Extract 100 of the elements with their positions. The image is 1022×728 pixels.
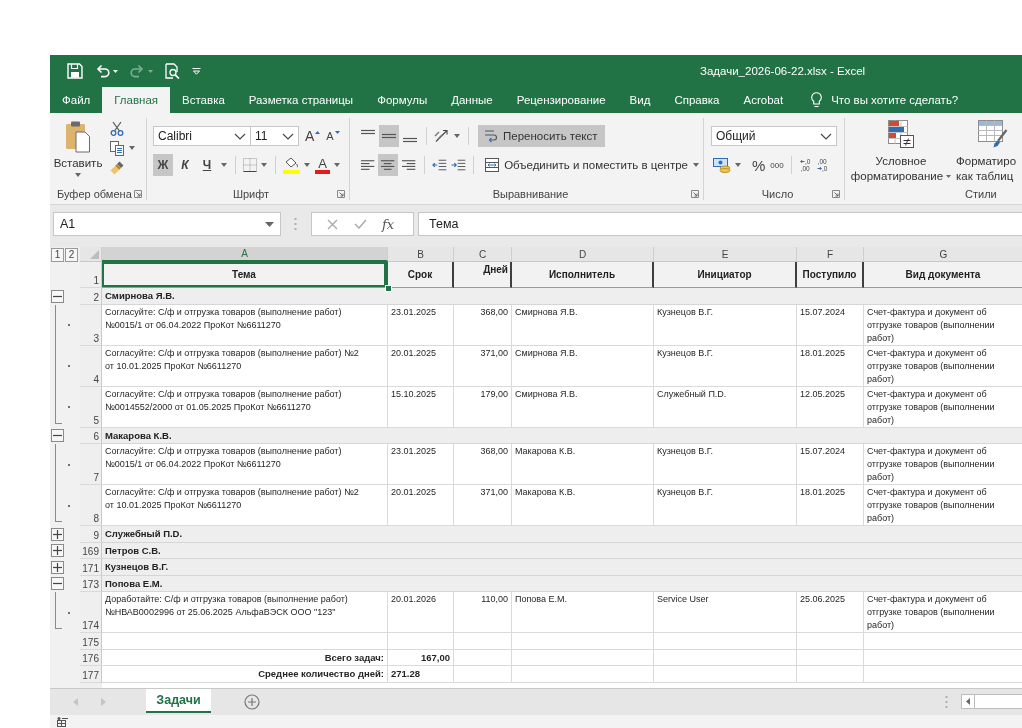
conditional-formatting-button[interactable]: Условное форматирование	[851, 120, 951, 187]
undo-button[interactable]	[95, 64, 118, 78]
table-cell: Макарова К.В.	[512, 485, 654, 526]
row-header[interactable]: 5	[80, 386, 102, 428]
ribbon-tab[interactable]: Вид	[617, 87, 663, 113]
copy-icon[interactable]	[110, 140, 124, 156]
wrap-text-button[interactable]: Переносить текст	[478, 125, 605, 147]
ribbon-tab[interactable]: Справка	[662, 87, 732, 113]
table-cell: Кузнецов В.Г.	[654, 304, 797, 346]
table-cell: Кузнецов В.Г.	[654, 485, 797, 526]
fill-handle[interactable]	[385, 285, 392, 292]
merge-cells-icon[interactable]	[485, 158, 500, 172]
row-header[interactable]: 4	[80, 345, 102, 387]
decrease-indent-icon[interactable]	[431, 159, 447, 171]
dialog-launcher-icon[interactable]	[832, 189, 840, 198]
print-preview-button[interactable]	[165, 63, 180, 79]
caret-icon[interactable]	[261, 163, 267, 167]
scissors-icon[interactable]	[110, 120, 124, 136]
caret-icon[interactable]	[334, 163, 340, 167]
name-box[interactable]: A1	[53, 212, 281, 236]
row-header[interactable]: 177	[80, 666, 102, 683]
caret-up-icon[interactable]	[315, 130, 321, 134]
row-header[interactable]: 171	[80, 559, 102, 576]
grip-icon[interactable]	[945, 696, 948, 708]
chevron-down-icon[interactable]	[820, 132, 832, 140]
row-header[interactable]: 3	[80, 304, 102, 346]
grow-font-button[interactable]: A	[303, 125, 323, 147]
row-header[interactable]: 175	[80, 633, 102, 650]
shrink-font-button[interactable]: A	[324, 125, 342, 147]
increase-indent-icon[interactable]	[450, 159, 467, 171]
outline-level-button[interactable]: 2	[65, 247, 78, 262]
percent-style-button[interactable]: %	[750, 154, 768, 176]
dialog-launcher-icon[interactable]	[337, 189, 345, 198]
row-header[interactable]: 9	[80, 526, 102, 543]
checkmark-icon[interactable]	[353, 219, 367, 229]
font-color-button[interactable]: A	[313, 154, 332, 176]
caret-down-icon[interactable]	[334, 130, 340, 134]
caret-icon[interactable]	[265, 221, 274, 227]
formula-field[interactable]: Тема	[418, 212, 1022, 236]
number-format-field[interactable]: Общий	[711, 126, 837, 146]
caret-icon[interactable]	[113, 69, 118, 73]
outline-level-button[interactable]: 1	[51, 247, 64, 262]
ribbon-tab[interactable]: Главная	[102, 87, 171, 113]
table-cell: 20.01.2026	[388, 592, 454, 633]
clipboard-icon[interactable]	[65, 121, 91, 153]
chevron-down-icon[interactable]	[282, 132, 294, 140]
caret-icon[interactable]	[454, 134, 460, 138]
save-button[interactable]	[67, 63, 83, 79]
ribbon-tab[interactable]: Данные	[439, 87, 505, 113]
copy-button[interactable]	[110, 138, 135, 158]
lightbulb-icon[interactable]	[811, 92, 823, 108]
caret-icon[interactable]	[693, 163, 699, 167]
plus-circle-icon[interactable]	[244, 694, 260, 710]
borders-icon[interactable]	[243, 158, 257, 172]
ribbon-tab[interactable]: Вставка	[170, 87, 237, 113]
dialog-launcher-icon[interactable]	[691, 189, 699, 198]
paintbrush-icon[interactable]	[110, 161, 124, 175]
tell-me-search[interactable]: Что вы хотите сделать?	[811, 87, 959, 113]
customize-button[interactable]	[192, 67, 201, 75]
font-size-field[interactable]: 11	[251, 126, 299, 146]
caret-icon[interactable]	[304, 163, 310, 167]
bold-button[interactable]: Ж	[153, 154, 173, 176]
group-row-cell: Смирнова Я.В.	[102, 288, 1022, 305]
ribbon-tab[interactable]: Acrobat	[731, 87, 796, 113]
caret-icon[interactable]	[75, 173, 81, 177]
caret-icon[interactable]	[735, 163, 741, 167]
undo-arrow-icon[interactable]	[95, 64, 110, 78]
insert-function-button[interactable]: fx	[377, 214, 399, 234]
row-header[interactable]: 1	[80, 262, 102, 288]
ribbon-tab[interactable]: Файл	[50, 87, 103, 113]
chevron-down-icon[interactable]	[234, 132, 246, 140]
caret-icon[interactable]	[221, 163, 227, 167]
caret-icon[interactable]	[129, 146, 135, 150]
column-header[interactable]: A	[102, 247, 388, 262]
comma-style-button[interactable]: 000	[768, 154, 786, 176]
dialog-launcher-icon[interactable]	[134, 189, 142, 198]
scroll-left-button[interactable]	[961, 694, 975, 709]
bar-grid-icon[interactable]	[888, 120, 914, 148]
paste-button[interactable]: Вставить	[52, 118, 104, 187]
color-bar-icon[interactable]	[315, 169, 330, 174]
format-as-table-button[interactable]: Форматиро как таблиц	[956, 120, 1018, 187]
italic-button[interactable]: К	[175, 154, 195, 176]
row-header[interactable]: 7	[80, 444, 102, 485]
sheet-tab[interactable]: Задачи	[146, 689, 211, 713]
row-header[interactable]: 2	[80, 288, 102, 305]
arrow-right-icon[interactable]	[817, 166, 822, 171]
ribbon-tab[interactable]: Рецензирование	[504, 87, 618, 113]
table-brush-icon[interactable]	[978, 120, 1008, 148]
wrap-arrow-icon[interactable]	[484, 129, 497, 143]
arrow-left-icon[interactable]	[800, 159, 805, 164]
font-name-field[interactable]: Calibri	[153, 126, 251, 146]
caret-icon[interactable]	[946, 175, 952, 178]
ribbon-tab[interactable]: Разметка страницы	[236, 87, 366, 113]
ribbon-tab[interactable]: Формулы	[365, 87, 440, 113]
left-arrow-icon[interactable]	[966, 698, 970, 705]
row-header[interactable]: 174	[80, 592, 102, 633]
grip-icon[interactable]	[294, 218, 297, 230]
merge-center-button[interactable]: Объединить и поместить в центре	[481, 154, 703, 176]
row-header[interactable]: 8	[80, 485, 102, 526]
underline-button[interactable]: Ч	[197, 154, 217, 176]
